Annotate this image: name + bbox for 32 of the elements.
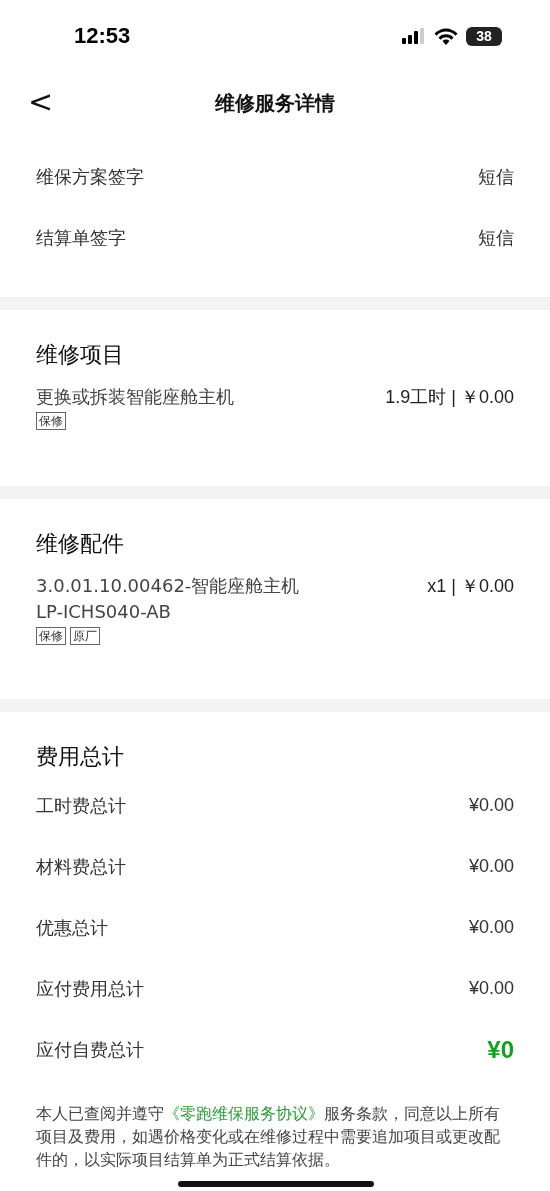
back-button[interactable]: < — [22, 84, 60, 119]
row-label: 应付费用总计 — [36, 976, 144, 1001]
agreement-text: 本人已查阅并遵守《零跑维保服务协议》服务条款，同意以上所有项目及费用，如遇价格变化或在维修过程中需要追加项目或更改配件的，以实际项目结算单为正式结算依据。 — [35, 1103, 501, 1171]
item-name: 更换或拆装智能座舱主机 — [36, 385, 234, 409]
row-value: ¥0.00 — [468, 917, 514, 938]
row-value: ¥0 — [487, 1035, 514, 1064]
row-label: 结算单签字 — [36, 225, 126, 250]
row-value: ¥0.00 — [468, 795, 514, 816]
row-value: 短信 — [478, 226, 514, 250]
tag: 保修 — [36, 627, 66, 645]
wifi-icon — [434, 27, 458, 45]
item-amount: x1 | ￥0.00 — [427, 575, 514, 598]
agreement-link[interactable]: 《零跑维保服务协议》 — [164, 1104, 324, 1123]
signal-icon — [402, 28, 426, 44]
row-label: 工时费总计 — [36, 793, 126, 818]
item-name: 3.0.01.10.00462-智能座舱主机 LP-ICHS040-AB — [36, 574, 300, 624]
row-label: 应付自费总计 — [36, 1037, 144, 1062]
tag: 原厂 — [70, 627, 100, 645]
battery-icon: 38 — [466, 26, 502, 46]
tag: 保修 — [36, 412, 66, 430]
row-label: 维保方案签字 — [36, 164, 144, 189]
page-title: 维修服务详情 — [215, 89, 335, 117]
item-amount: 1.9工时 | ￥0.00 — [385, 386, 514, 409]
section-title: 费用总计 — [36, 743, 125, 771]
row-value: 短信 — [478, 165, 514, 189]
row-value: ¥0.00 — [468, 856, 514, 877]
row-label: 材料费总计 — [36, 854, 126, 879]
section-title: 维修项目 — [36, 341, 125, 369]
row-label: 优惠总计 — [36, 915, 108, 940]
status-time: 12:53 — [74, 23, 131, 49]
row-value: ¥0.00 — [468, 978, 514, 999]
section-title: 维修配件 — [36, 530, 125, 558]
